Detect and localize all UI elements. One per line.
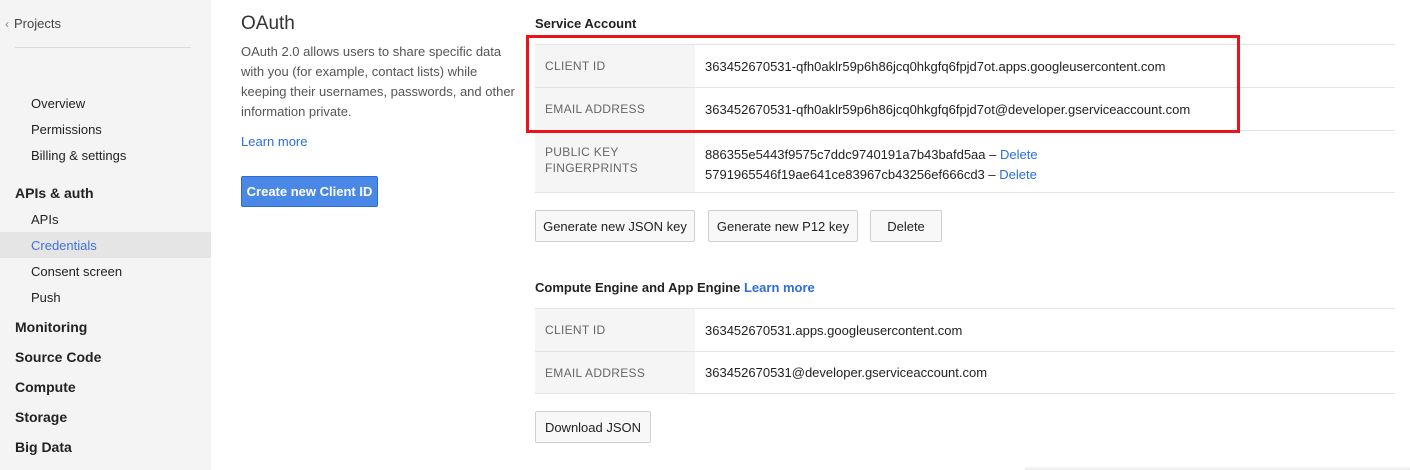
compute-engine-title: Compute Engine and App Engine Learn more (535, 280, 815, 295)
delete-fingerprint-link[interactable]: Delete (1000, 147, 1038, 162)
sidebar-item-billing[interactable]: Billing & settings (31, 148, 126, 163)
fingerprint-separator: – (985, 147, 1000, 162)
sidebar-section-monitoring[interactable]: Monitoring (15, 319, 87, 335)
table-row: EMAIL ADDRESS 363452670531@developer.gse… (535, 351, 1395, 394)
generate-json-key-button[interactable]: Generate new JSON key (535, 210, 695, 242)
fingerprint-value: 5791965546f19ae641ce83967cb43256ef666cd3 (705, 167, 985, 182)
sidebar-item-credentials[interactable]: Credentials (31, 238, 97, 253)
sidebar-section-compute[interactable]: Compute (15, 379, 76, 395)
compute-client-id-label: CLIENT ID (535, 309, 695, 351)
sidebar-section-storage[interactable]: Storage (15, 409, 67, 425)
sidebar-item-permissions[interactable]: Permissions (31, 122, 102, 137)
sidebar-section-big-data[interactable]: Big Data (15, 439, 72, 455)
sidebar: ‹ Projects Overview Permissions Billing &… (0, 0, 211, 470)
oauth-description: OAuth 2.0 allows users to share specific… (241, 44, 515, 119)
fingerprints-list: 886355e5443f9575c7ddc9740191a7b43bafd5aa… (695, 131, 1038, 192)
service-account-title: Service Account (535, 16, 637, 31)
sidebar-item-apis[interactable]: APIs (31, 212, 58, 227)
fingerprints-label: PUBLIC KEY FINGERPRINTS (535, 131, 695, 192)
compute-engine-learn-more-link[interactable]: Learn more (744, 280, 815, 295)
fingerprint-item: 886355e5443f9575c7ddc9740191a7b43bafd5aa… (705, 145, 1038, 165)
fingerprint-separator: – (984, 167, 1000, 182)
back-label: Projects (14, 16, 61, 31)
sidebar-item-overview[interactable]: Overview (31, 96, 85, 111)
table-row: CLIENT ID 363452670531.apps.googleuserco… (535, 308, 1395, 351)
compute-email-label: EMAIL ADDRESS (535, 352, 695, 393)
compute-engine-table: CLIENT ID 363452670531.apps.googleuserco… (535, 308, 1395, 394)
fingerprints-row: PUBLIC KEY FINGERPRINTS 886355e5443f9575… (535, 130, 1395, 193)
sidebar-item-push[interactable]: Push (31, 290, 61, 305)
sidebar-heading-apis-auth[interactable]: APIs & auth (15, 185, 94, 201)
compute-engine-title-text: Compute Engine and App Engine (535, 280, 741, 295)
sidebar-section-source-code[interactable]: Source Code (15, 349, 101, 365)
download-json-button[interactable]: Download JSON (535, 411, 651, 443)
sidebar-divider (15, 47, 191, 48)
oauth-title: OAuth (241, 13, 295, 34)
delete-fingerprint-link[interactable]: Delete (999, 167, 1037, 182)
generate-p12-key-button[interactable]: Generate new P12 key (708, 210, 858, 242)
delete-service-account-button[interactable]: Delete (870, 210, 942, 242)
fingerprints-label-line1: PUBLIC KEY (545, 145, 619, 159)
compute-client-id-value: 363452670531.apps.googleusercontent.com (705, 322, 963, 338)
bottom-shadow (1025, 466, 1410, 470)
compute-email-value: 363452670531@developer.gserviceaccount.c… (705, 365, 988, 380)
fingerprint-value: 886355e5443f9575c7ddc9740191a7b43bafd5aa (705, 147, 986, 162)
highlight-annotation-box (526, 35, 1240, 133)
create-client-id-button[interactable]: Create new Client ID (241, 176, 378, 207)
fingerprint-item: 5791965546f19ae641ce83967cb43256ef666cd3… (705, 165, 1038, 185)
back-to-projects-link[interactable]: ‹ Projects (5, 16, 61, 31)
sidebar-item-consent-screen[interactable]: Consent screen (31, 264, 122, 279)
fingerprints-label-line2: FINGERPRINTS (545, 161, 638, 175)
oauth-learn-more-link[interactable]: Learn more (241, 134, 307, 149)
chevron-left-icon: ‹ (5, 17, 9, 31)
